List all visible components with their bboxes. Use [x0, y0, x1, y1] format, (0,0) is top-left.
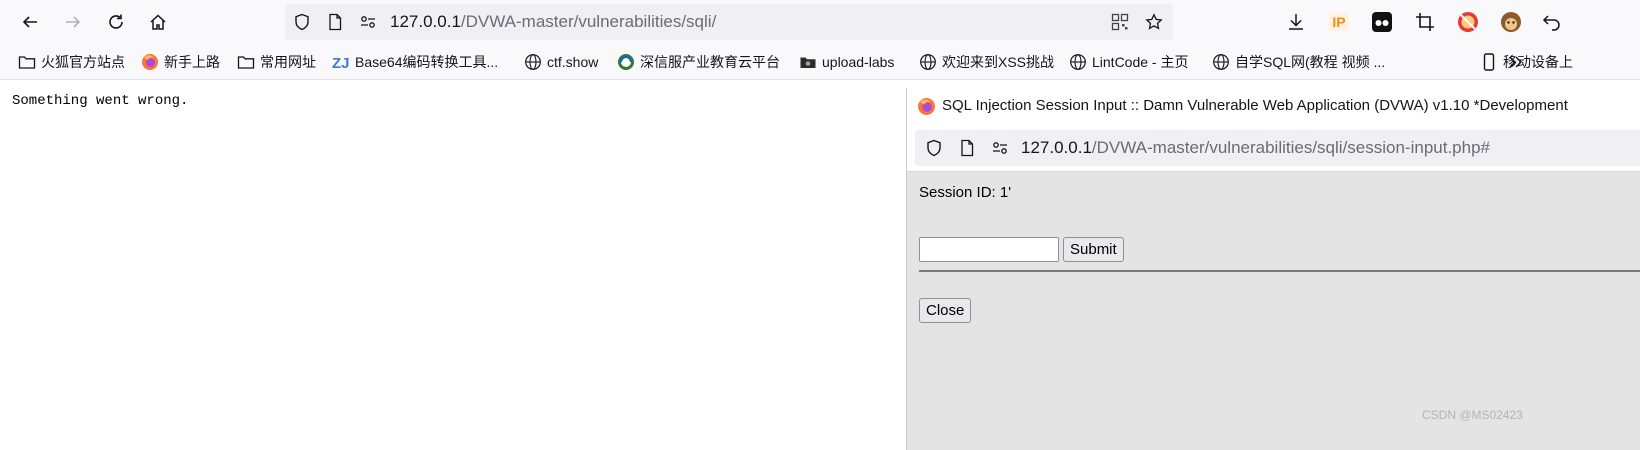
bookmark-item[interactable]: 移动设备上 — [1480, 52, 1573, 72]
popup-titlebar[interactable]: SQL Injection Session Input :: Damn Vuln… — [907, 88, 1640, 124]
bookmark-label: 深信服产业教育云平台 — [640, 54, 780, 70]
error-message: Something went wrong. — [12, 93, 189, 109]
blocker-extension-icon[interactable] — [1456, 10, 1480, 34]
folder-icon — [237, 53, 255, 71]
popup-title: SQL Injection Session Input :: Damn Vuln… — [942, 97, 1568, 114]
bookmark-item[interactable]: ZJ Base64编码转换工具... — [332, 52, 498, 72]
back-button[interactable] — [14, 6, 46, 38]
divider — [919, 270, 1640, 272]
back-arrow-icon — [22, 16, 37, 28]
forward-arrow-icon — [66, 16, 81, 28]
sangfor-icon — [617, 53, 635, 71]
bookmark-label: 新手上路 — [164, 54, 220, 70]
bookmarks-bar: 火狐官方站点 新手上路 常用网址 ZJ Base64编码转换工具... ctf.… — [0, 44, 1640, 80]
bookmark-star-icon[interactable] — [1145, 13, 1163, 31]
permissions-icon[interactable] — [359, 13, 377, 31]
crop-icon[interactable] — [1413, 10, 1437, 34]
bookmark-label: 常用网址 — [260, 54, 316, 70]
url-path: /DVWA-master/vulnerabilities/sqli/ — [460, 12, 717, 31]
qr-code-icon[interactable] — [1111, 13, 1129, 31]
shield-icon[interactable] — [925, 139, 943, 157]
page-icon[interactable] — [326, 13, 344, 31]
forward-button[interactable] — [57, 6, 89, 38]
bookmark-label: 欢迎来到XSS挑战 — [942, 54, 1055, 70]
home-button[interactable] — [142, 6, 174, 38]
reload-icon — [109, 14, 123, 29]
session-id-input[interactable] — [919, 237, 1059, 262]
close-button[interactable]: Close — [919, 298, 972, 323]
bookmark-item[interactable]: 常用网址 — [237, 52, 316, 72]
globe-icon — [1212, 53, 1230, 71]
extension-icon[interactable] — [1370, 10, 1394, 34]
session-id-label: Session ID: 1' — [919, 184, 1012, 201]
watermark: CSDN @MS02423 — [1422, 408, 1523, 422]
bookmark-label: upload-labs — [822, 54, 895, 70]
shield-icon[interactable] — [293, 13, 311, 31]
bookmark-label: 自学SQL网(教程 视频 ... — [1235, 54, 1386, 70]
reload-button[interactable] — [100, 6, 132, 38]
bookmark-item[interactable]: 欢迎来到XSS挑战 — [919, 52, 1054, 72]
submit-button[interactable]: Submit — [1063, 237, 1124, 262]
bookmark-label: 移动设备上 — [1503, 54, 1573, 70]
bookmark-label: Base64编码转换工具... — [355, 54, 499, 70]
bookmark-item[interactable]: 自学SQL网(教程 视频 ... — [1212, 52, 1385, 72]
bookmark-item[interactable]: upload-labs — [799, 52, 894, 72]
firefox-icon — [141, 53, 159, 71]
bookmark-label: ctf.show — [547, 54, 599, 70]
folder-dark-icon — [799, 53, 817, 71]
downloads-icon[interactable] — [1284, 10, 1308, 34]
address-bar[interactable]: 127.0.0.1/DVWA-master/vulnerabilities/sq… — [285, 4, 1173, 40]
tampermonkey-icon[interactable] — [1499, 10, 1523, 34]
folder-icon — [18, 53, 36, 71]
url-host: 127.0.0.1 — [390, 12, 461, 31]
page-icon[interactable] — [958, 139, 976, 157]
bookmark-item[interactable]: 深信服产业教育云平台 — [617, 52, 780, 72]
svg-text:IP: IP — [1332, 14, 1345, 30]
url-host: 127.0.0.1 — [1021, 138, 1092, 157]
popup-address-bar[interactable]: 127.0.0.1/DVWA-master/vulnerabilities/sq… — [915, 130, 1640, 166]
popup-url-row: 127.0.0.1/DVWA-master/vulnerabilities/sq… — [907, 124, 1640, 172]
globe-icon — [1069, 53, 1087, 71]
url-path: /DVWA-master/vulnerabilities/sqli/sessio… — [1091, 138, 1490, 157]
mobile-icon — [1480, 53, 1498, 71]
firefox-icon — [918, 98, 935, 115]
ip-extension-icon[interactable]: IP — [1327, 10, 1351, 34]
bookmark-item[interactable]: ctf.show — [524, 52, 598, 72]
zj-icon: ZJ — [332, 53, 350, 71]
bookmark-label: 火狐官方站点 — [41, 54, 125, 70]
bookmark-item[interactable]: 火狐官方站点 — [18, 52, 125, 72]
bookmark-item[interactable]: 新手上路 — [141, 52, 220, 72]
bookmark-label: LintCode - 主页 — [1092, 54, 1189, 70]
home-icon — [150, 14, 166, 30]
bookmark-item[interactable]: LintCode - 主页 — [1069, 52, 1188, 72]
globe-icon — [919, 53, 937, 71]
popup-url-text: 127.0.0.1/DVWA-master/vulnerabilities/sq… — [1021, 138, 1490, 158]
permissions-icon[interactable] — [991, 139, 1009, 157]
url-text: 127.0.0.1/DVWA-master/vulnerabilities/sq… — [390, 12, 716, 32]
undo-icon[interactable] — [1540, 10, 1564, 34]
globe-icon — [524, 53, 542, 71]
svg-text:ZJ: ZJ — [332, 55, 350, 71]
navigation-toolbar: 127.0.0.1/DVWA-master/vulnerabilities/sq… — [0, 0, 1640, 44]
session-input-popup: SQL Injection Session Input :: Damn Vuln… — [906, 88, 1640, 450]
